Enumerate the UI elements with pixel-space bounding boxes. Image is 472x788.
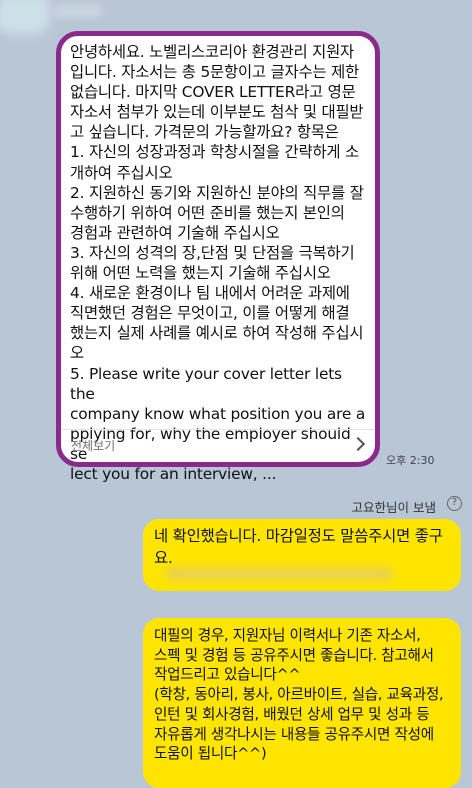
chevron-right-icon[interactable] <box>350 436 366 452</box>
view-all-label[interactable]: 전체보기 <box>71 437 115 454</box>
view-all-row[interactable]: 전체보기 <box>61 429 375 462</box>
sender-name-blurred <box>54 4 102 18</box>
incoming-message-bubble[interactable]: 안녕하세요. 노벨리스코리아 환경관리 지원자 입니다. 자소서는 총 5문항이… <box>56 31 380 483</box>
sender-avatar-blurred <box>0 0 50 34</box>
outgoing-message-text: 네 확인했습니다. 마감일정도 말씀주시면 좋구 요. <box>154 527 443 567</box>
message-timestamp: 오후 2:30 <box>386 454 435 467</box>
blurred-text <box>165 567 393 581</box>
sent-by-label: 고요한님이 보냄 <box>351 500 436 515</box>
outgoing-message-text: 대필의 경우, 지원자님 이력서나 기존 자소서, 스펙 및 경험 등 공유주시… <box>154 627 444 763</box>
help-icon[interactable]: ? <box>447 496 462 511</box>
outgoing-message-bubble[interactable]: 대필의 경우, 지원자님 이력서나 기존 자소서, 스펙 및 경험 등 공유주시… <box>143 618 461 788</box>
incoming-message-text: 안녕하세요. 노벨리스코리아 환경관리 지원자 입니다. 자소서는 총 5문항이… <box>70 43 366 483</box>
outgoing-message-bubble[interactable]: 네 확인했습니다. 마감일정도 말씀주시면 좋구 요. <box>143 519 461 591</box>
